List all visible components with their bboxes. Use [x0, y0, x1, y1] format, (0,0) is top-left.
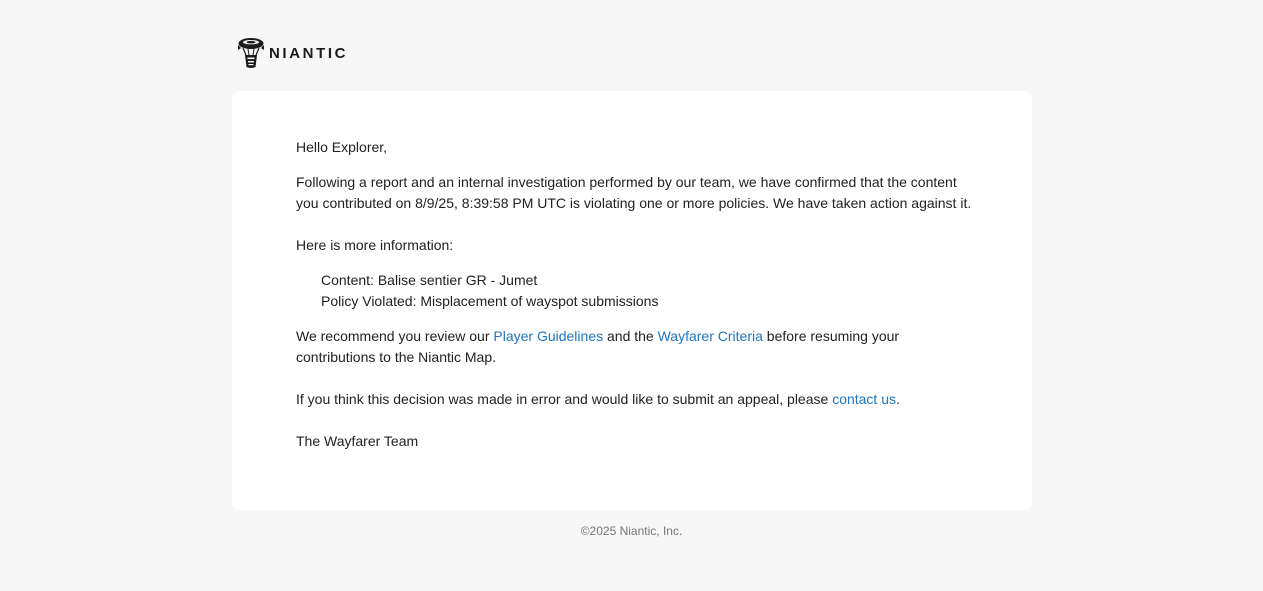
wayfarer-criteria-link[interactable]: Wayfarer Criteria [658, 328, 763, 344]
recommend-text-middle: and the [603, 328, 658, 344]
more-info-label: Here is more information: [296, 237, 454, 253]
footer-copyright: ©2025 Niantic, Inc. [580, 524, 683, 538]
appeal-text-before: If you think this decision was made in e… [296, 391, 833, 407]
greeting: Hello Explorer, [296, 139, 388, 155]
player-guidelines-link[interactable]: Player Guidelines [493, 328, 603, 344]
violation-details: Content: Balise sentier GR - Jumet Polic… [321, 270, 961, 312]
appeal-paragraph: If you think this decision was made in e… [296, 389, 976, 410]
recommend-text-before: We recommend you review our [296, 328, 494, 344]
recommend-paragraph: We recommend you review our Player Guide… [296, 326, 976, 368]
signoff: The Wayfarer Team [296, 433, 419, 449]
niantic-logo: NIANTIC [237, 36, 348, 70]
email-card: Hello Explorer, Following a report and a… [232, 91, 1032, 510]
contact-us-link[interactable]: contact us [832, 391, 896, 407]
policy-detail: Policy Violated: Misplacement of wayspot… [321, 293, 659, 309]
content-detail: Content: Balise sentier GR - Jumet [321, 272, 538, 288]
brand-name: NIANTIC [269, 45, 349, 62]
appeal-text-after: . [896, 391, 900, 407]
intro-paragraph: Following a report and an internal inves… [296, 174, 972, 211]
niantic-airship-icon [237, 36, 265, 70]
